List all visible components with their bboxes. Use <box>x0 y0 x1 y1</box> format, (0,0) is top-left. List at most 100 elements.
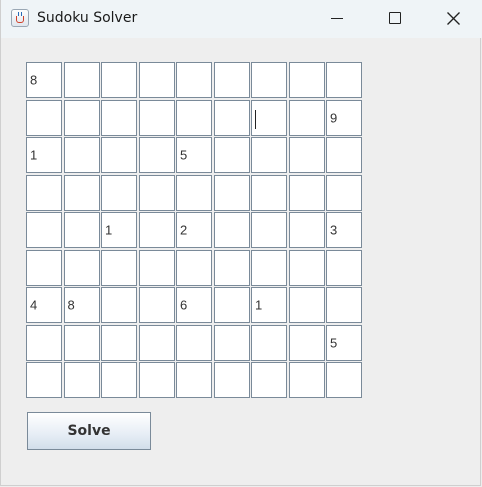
sudoku-cell[interactable] <box>176 62 212 98</box>
sudoku-cell[interactable] <box>213 324 250 361</box>
sudoku-cell[interactable] <box>213 287 250 323</box>
sudoku-cell[interactable] <box>288 99 325 136</box>
sudoku-cell[interactable] <box>326 249 362 286</box>
close-icon <box>447 12 460 25</box>
sudoku-cell[interactable] <box>101 362 137 398</box>
sudoku-cell[interactable]: 1 <box>101 212 137 248</box>
cell-value: 5 <box>330 335 338 350</box>
sudoku-cell[interactable] <box>288 324 325 361</box>
sudoku-cell[interactable] <box>63 62 100 98</box>
sudoku-cell[interactable] <box>63 174 100 211</box>
sudoku-cell[interactable] <box>138 324 175 361</box>
sudoku-cell[interactable] <box>26 99 62 136</box>
sudoku-cell[interactable] <box>63 99 100 136</box>
sudoku-cell[interactable] <box>213 212 250 248</box>
cell-value: 8 <box>30 72 38 88</box>
sudoku-cell[interactable] <box>288 137 325 173</box>
sudoku-cell[interactable] <box>26 362 62 398</box>
sudoku-cell[interactable] <box>138 62 175 98</box>
minimize-button[interactable] <box>314 0 360 38</box>
sudoku-cell[interactable] <box>288 287 325 323</box>
close-button[interactable] <box>430 0 476 38</box>
sudoku-cell[interactable] <box>26 212 62 248</box>
sudoku-cell[interactable] <box>63 249 100 286</box>
cell-value: 6 <box>180 297 188 313</box>
sudoku-cell[interactable] <box>63 362 100 398</box>
title-bar[interactable]: Sudoku Solver <box>1 0 482 38</box>
sudoku-cell[interactable] <box>288 212 325 248</box>
sudoku-cell[interactable] <box>213 62 250 98</box>
sudoku-cell[interactable] <box>213 99 250 136</box>
sudoku-cell[interactable]: 1 <box>26 137 62 173</box>
maximize-button[interactable] <box>372 0 418 38</box>
sudoku-cell[interactable] <box>251 324 287 361</box>
sudoku-cell[interactable] <box>101 99 137 136</box>
sudoku-cell[interactable] <box>63 212 100 248</box>
sudoku-cell[interactable] <box>138 137 175 173</box>
sudoku-cell[interactable] <box>63 324 100 361</box>
sudoku-cell[interactable] <box>138 287 175 323</box>
sudoku-cell[interactable] <box>251 62 287 98</box>
sudoku-cell[interactable]: 6 <box>176 287 212 323</box>
maximize-icon <box>389 12 401 24</box>
sudoku-cell[interactable]: 8 <box>26 62 62 98</box>
cell-value: 5 <box>180 147 188 163</box>
sudoku-cell[interactable]: 9 <box>326 99 362 136</box>
sudoku-cell[interactable] <box>326 62 362 98</box>
sudoku-cell[interactable] <box>138 99 175 136</box>
sudoku-cell[interactable] <box>176 249 212 286</box>
sudoku-cell[interactable] <box>176 174 212 211</box>
sudoku-cell[interactable] <box>101 287 137 323</box>
sudoku-cell[interactable] <box>251 362 287 398</box>
cell-value: 2 <box>180 222 188 238</box>
sudoku-cell[interactable] <box>138 362 175 398</box>
sudoku-cell[interactable] <box>251 174 287 211</box>
sudoku-cell[interactable] <box>138 174 175 211</box>
java-cup-icon[interactable] <box>11 9 29 27</box>
sudoku-cell[interactable] <box>26 324 62 361</box>
cell-value: 1 <box>105 222 113 238</box>
sudoku-cell[interactable] <box>251 212 287 248</box>
sudoku-cell[interactable] <box>26 174 62 211</box>
sudoku-cell[interactable] <box>101 174 137 211</box>
sudoku-cell[interactable] <box>213 137 250 173</box>
cell-value: 8 <box>67 297 75 313</box>
sudoku-cell[interactable] <box>288 174 325 211</box>
cell-value: 3 <box>330 222 338 238</box>
sudoku-cell[interactable] <box>101 324 137 361</box>
sudoku-cell[interactable] <box>251 137 287 173</box>
sudoku-cell[interactable] <box>326 137 362 173</box>
sudoku-cell[interactable] <box>288 62 325 98</box>
sudoku-cell[interactable] <box>26 249 62 286</box>
sudoku-cell[interactable]: 5 <box>176 137 212 173</box>
sudoku-cell[interactable]: 4 <box>26 287 62 323</box>
sudoku-cell[interactable] <box>288 362 325 398</box>
sudoku-cell[interactable] <box>251 249 287 286</box>
sudoku-cell[interactable] <box>213 174 250 211</box>
sudoku-cell[interactable]: 8 <box>63 287 100 323</box>
sudoku-grid: 8 9 1 5 1 2 3 4 8 6 1 5 <box>26 62 362 398</box>
sudoku-cell[interactable] <box>326 287 362 323</box>
sudoku-cell[interactable] <box>326 174 362 211</box>
sudoku-cell[interactable]: 2 <box>176 212 212 248</box>
sudoku-cell[interactable]: 3 <box>326 212 362 248</box>
cell-value: 1 <box>30 147 38 163</box>
sudoku-cell[interactable] <box>176 362 212 398</box>
sudoku-cell[interactable]: 5 <box>326 324 362 361</box>
sudoku-cell[interactable] <box>326 362 362 398</box>
sudoku-cell[interactable]: 1 <box>251 287 287 323</box>
sudoku-cell[interactable] <box>176 324 212 361</box>
sudoku-cell[interactable] <box>101 249 137 286</box>
sudoku-cell[interactable] <box>213 249 250 286</box>
sudoku-cell[interactable] <box>288 249 325 286</box>
sudoku-cell[interactable] <box>213 362 250 398</box>
solve-button[interactable]: Solve <box>27 412 151 450</box>
sudoku-cell[interactable] <box>176 99 212 136</box>
sudoku-cell[interactable] <box>138 249 175 286</box>
sudoku-cell[interactable] <box>63 137 100 173</box>
sudoku-cell[interactable] <box>138 212 175 248</box>
cell-value: 4 <box>30 297 38 313</box>
sudoku-cell[interactable] <box>101 62 137 98</box>
sudoku-cell[interactable] <box>101 137 137 173</box>
sudoku-cell[interactable] <box>251 99 287 136</box>
